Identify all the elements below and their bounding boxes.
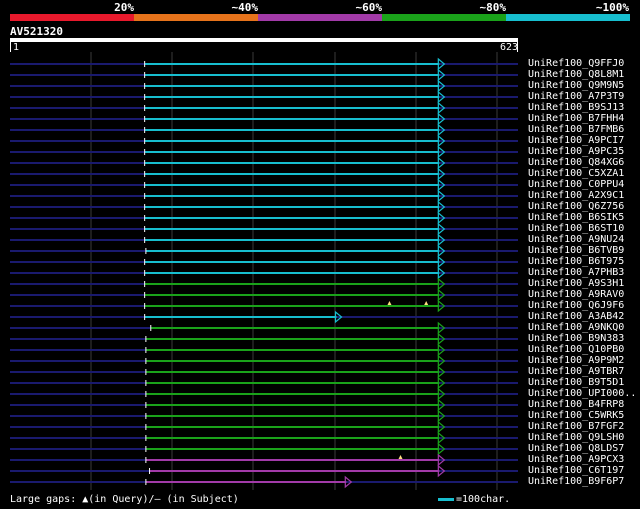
hit-row bbox=[10, 211, 518, 225]
hit-row bbox=[10, 112, 518, 126]
hit-name-link[interactable]: UniRef100_C5XZA1 bbox=[528, 168, 624, 179]
hit-name-link[interactable]: UniRef100_Q9M9N5 bbox=[528, 80, 624, 91]
hit-row bbox=[10, 387, 518, 401]
hit-name-link[interactable]: UniRef100_A7P3T9 bbox=[528, 91, 624, 102]
hit-name-link[interactable]: UniRef100_B6ST10 bbox=[528, 223, 624, 234]
hit-row bbox=[10, 365, 518, 379]
hit-name-link[interactable]: UniRef100_B7FHH4 bbox=[528, 113, 624, 124]
hit-row bbox=[10, 123, 518, 137]
hit-row bbox=[10, 409, 518, 423]
hit-name-link[interactable]: UniRef100_A9NKQ0 bbox=[528, 322, 624, 333]
hit-name-link[interactable]: UniRef100_A9PCI7 bbox=[528, 135, 624, 146]
hit-name-link[interactable]: UniRef100_B6SIK5 bbox=[528, 212, 624, 223]
hit-row bbox=[10, 321, 518, 335]
hit-name-link[interactable]: UniRef100_A3AB42 bbox=[528, 311, 624, 322]
hit-name-link[interactable]: UniRef100_A9TBR7 bbox=[528, 366, 624, 377]
hit-name-link[interactable]: UniRef100_C0PPU4 bbox=[528, 179, 624, 190]
hit-name-link[interactable]: UniRef100_UPI000.. bbox=[528, 388, 636, 399]
hit-row bbox=[10, 266, 518, 280]
hit-name-link[interactable]: UniRef100_Q6J9F6 bbox=[528, 300, 624, 311]
hit-name-link[interactable]: UniRef100_B9N383 bbox=[528, 333, 624, 344]
hit-row bbox=[10, 233, 518, 247]
hit-name-link[interactable]: UniRef100_B9F6P7 bbox=[528, 476, 624, 487]
hit-name-link[interactable]: UniRef100_Q6Z756 bbox=[528, 201, 624, 212]
hit-row bbox=[10, 420, 518, 434]
hit-row bbox=[10, 101, 518, 115]
hit-name-link[interactable]: UniRef100_B6T975 bbox=[528, 256, 624, 267]
hit-name-link[interactable]: UniRef100_A9S3H1 bbox=[528, 278, 624, 289]
hit-row bbox=[10, 310, 518, 324]
query-gap-marker bbox=[424, 301, 429, 305]
hit-name-link[interactable]: UniRef100_Q84XG6 bbox=[528, 157, 624, 168]
hit-name-link[interactable]: UniRef100_Q9LSH0 bbox=[528, 432, 624, 443]
hit-name-link[interactable]: UniRef100_C5WRK5 bbox=[528, 410, 624, 421]
hit-row bbox=[10, 343, 518, 357]
hit-row bbox=[10, 376, 518, 390]
hit-row bbox=[10, 244, 518, 258]
hit-name-link[interactable]: UniRef100_C6T197 bbox=[528, 465, 624, 476]
hit-name-link[interactable]: UniRef100_B9SJ13 bbox=[528, 102, 624, 113]
hit-row bbox=[10, 189, 518, 203]
hit-name-link[interactable]: UniRef100_Q10PB0 bbox=[528, 344, 624, 355]
hit-row bbox=[10, 79, 518, 93]
scale-label: =100char. bbox=[456, 494, 511, 505]
hit-row bbox=[10, 354, 518, 368]
hit-name-link[interactable]: UniRef100_Q9FFJ0 bbox=[528, 58, 624, 69]
hit-name-link[interactable]: UniRef100_A9RAV0 bbox=[528, 289, 624, 300]
hit-name-link[interactable]: UniRef100_B4FRP8 bbox=[528, 399, 624, 410]
hit-row bbox=[10, 156, 518, 170]
hit-name-link[interactable]: UniRef100_A7PHB3 bbox=[528, 267, 624, 278]
hit-name-link[interactable]: UniRef100_A9PC35 bbox=[528, 146, 624, 157]
hit-name-link[interactable]: UniRef100_A9NU24 bbox=[528, 234, 624, 245]
hit-row bbox=[10, 442, 518, 456]
hit-row bbox=[10, 299, 518, 313]
hit-row bbox=[10, 222, 518, 236]
hit-name-link[interactable]: UniRef100_B6TVB9 bbox=[528, 245, 624, 256]
query-gap-marker bbox=[398, 455, 403, 459]
hit-row bbox=[10, 277, 518, 291]
hit-row bbox=[10, 167, 518, 181]
hit-row bbox=[10, 453, 518, 467]
hit-row bbox=[10, 475, 518, 489]
query-gap-marker bbox=[387, 301, 392, 305]
gap-legend: Large gaps: ▲(in Query)/– (in Subject) bbox=[10, 494, 239, 505]
hit-name-link[interactable]: UniRef100_A2X9C1 bbox=[528, 190, 624, 201]
hit-row bbox=[10, 332, 518, 346]
hit-row bbox=[10, 398, 518, 412]
hit-name-link[interactable]: UniRef100_A9P9M2 bbox=[528, 355, 624, 366]
hit-row bbox=[10, 288, 518, 302]
hit-row bbox=[10, 145, 518, 159]
hit-row bbox=[10, 90, 518, 104]
hit-row bbox=[10, 464, 518, 478]
hit-row bbox=[10, 57, 518, 71]
hit-row bbox=[10, 134, 518, 148]
hit-row bbox=[10, 68, 518, 82]
scale-swatch bbox=[438, 498, 454, 501]
hit-name-link[interactable]: UniRef100_B7FGF2 bbox=[528, 421, 624, 432]
hit-row bbox=[10, 200, 518, 214]
hit-name-link[interactable]: UniRef100_Q8L8M1 bbox=[528, 69, 624, 80]
hit-name-link[interactable]: UniRef100_Q8LDS7 bbox=[528, 443, 624, 454]
hit-name-link[interactable]: UniRef100_B9T5D1 bbox=[528, 377, 624, 388]
hit-row bbox=[10, 431, 518, 445]
hit-name-link[interactable]: UniRef100_A9PCX3 bbox=[528, 454, 624, 465]
hit-name-link[interactable]: UniRef100_B7FMB6 bbox=[528, 124, 624, 135]
hit-row bbox=[10, 178, 518, 192]
hit-row bbox=[10, 255, 518, 269]
